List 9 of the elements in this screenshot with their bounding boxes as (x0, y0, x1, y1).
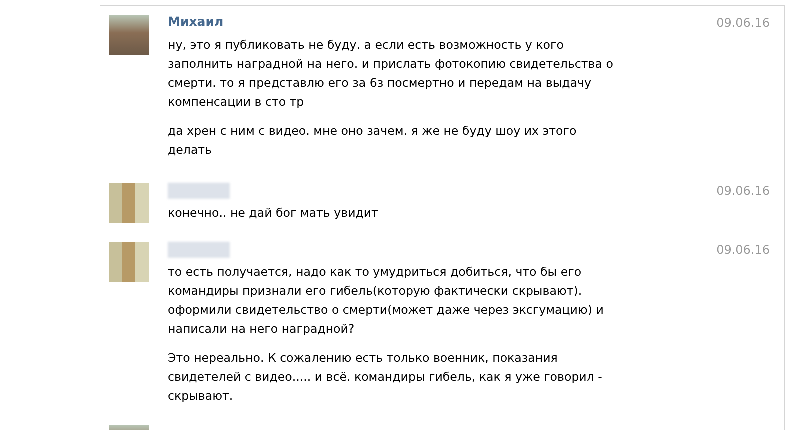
message-text: конечно.. не дай бог мать увидит (168, 205, 380, 222)
message-text: Это нереально. К сожалению есть только военник, показания свидетелей с видео..... и всё. командиры гибель, как я уже говорил - скрывают. (168, 350, 604, 405)
message-date: 09.06.16 (716, 243, 770, 257)
message-date: 09.06.16 (716, 16, 770, 30)
message-date: 09.06.16 (716, 184, 770, 198)
message-text: то есть получается, надо как то умудриться добиться, что бы его командиры признали его гибель(которую фактически скрывают). оформили свидетельство о смерти(может даже через эксгумацию) и написали на него наградной? (168, 264, 605, 338)
message-text: ну, это я публиковать не буду. а если есть возможность у кого заполнить наградной на него. и прислать фотокопию свидетельства о смерти. то я представлю его за 6з посмертно и передам на выдачу компенсации в сто тр (168, 37, 614, 111)
author-name[interactable]: Михаил (168, 14, 224, 29)
message-text: да хрен с ним с видео. мне оно зачем. я же не буду шоу их этого делать (168, 123, 578, 159)
